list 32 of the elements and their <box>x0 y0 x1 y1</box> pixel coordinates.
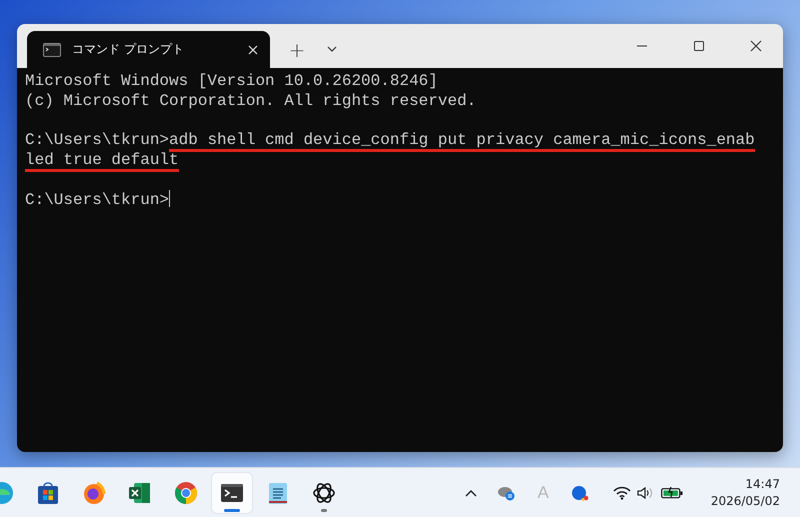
clock-time: 14:47 <box>745 476 780 492</box>
fox-globe-icon <box>82 480 106 504</box>
browser-icon <box>174 480 198 504</box>
close-icon[interactable] <box>750 40 762 52</box>
prompt-text: C:\Users\tkrun> <box>25 191 170 210</box>
speaker-icon[interactable] <box>636 486 655 500</box>
wifi-icon[interactable] <box>612 486 631 500</box>
running-indicator <box>321 508 327 512</box>
knot-icon <box>312 480 336 504</box>
notepad-icon <box>266 480 290 504</box>
maximize-icon[interactable] <box>693 40 705 52</box>
console-icon <box>43 42 61 56</box>
chevron-down-icon[interactable] <box>327 46 337 52</box>
clock-date: 2026/05/02 <box>710 492 780 510</box>
new-tab-button[interactable]: + <box>277 31 317 68</box>
command-text: led true default <box>25 150 179 172</box>
output-line: Microsoft Windows [Version 10.0.26200.8246] <box>25 72 438 90</box>
clock[interactable]: 14:47 2026/05/02 <box>710 476 780 510</box>
shopping-bag-icon <box>36 480 60 504</box>
terminal-tab[interactable]: コマンド プロンプト <box>27 31 270 68</box>
output-line: (c) Microsoft Corporation. All rights reserved. <box>25 92 476 110</box>
taskbar-app[interactable] <box>212 472 252 512</box>
chevron-up-icon[interactable] <box>465 488 478 496</box>
cloud-sync-icon[interactable] <box>497 484 516 500</box>
spreadsheet-icon <box>128 480 152 504</box>
battery-charging-icon[interactable] <box>660 486 683 500</box>
command-text: adb shell cmd device_config put privacy camera_mic_icons_enab <box>169 131 755 152</box>
prompt-text: C:\Users\tkrun> <box>25 131 170 150</box>
close-tab-icon[interactable] <box>248 44 258 54</box>
running-indicator <box>224 508 240 512</box>
tab-title: コマンド プロンプト <box>72 41 185 58</box>
profile-circle-icon[interactable] <box>570 484 589 500</box>
